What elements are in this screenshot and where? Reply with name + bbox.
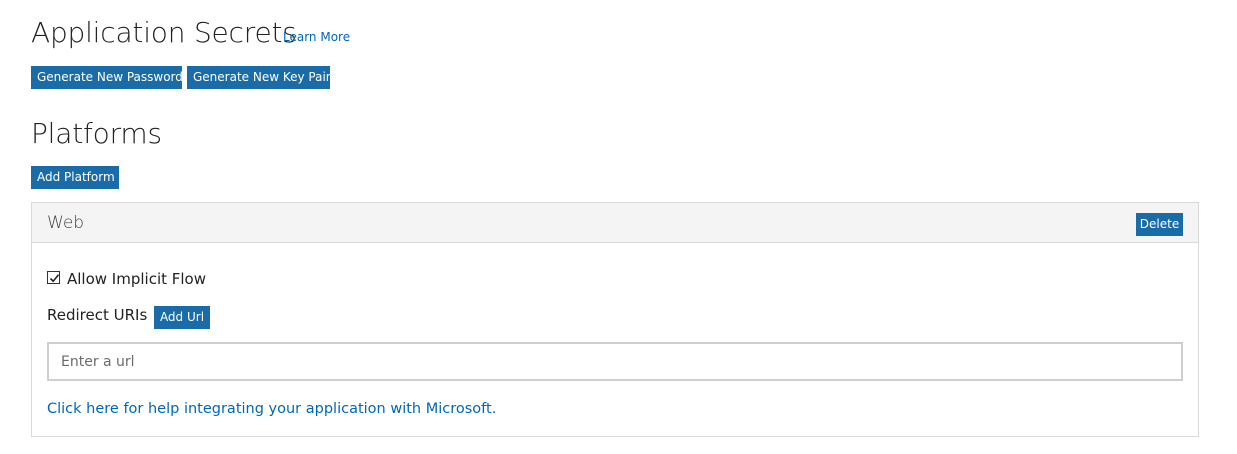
help-integration-link[interactable]: Click here for help integrating your app… [47, 401, 496, 417]
generate-new-key-pair-button[interactable]: Generate New Key Pair [187, 66, 331, 89]
checkmark-icon [49, 274, 60, 283]
allow-implicit-flow-label: Allow Implicit Flow [67, 270, 207, 288]
application-secrets-title: Application Secrets [31, 16, 297, 49]
learn-more-link[interactable]: Learn More [283, 30, 350, 44]
app-registration-page: Application Secrets Learn More Generate … [0, 0, 1237, 454]
web-platform-header: Web [32, 203, 1198, 243]
delete-platform-button[interactable]: Delete [1136, 213, 1183, 236]
redirect-url-input[interactable] [47, 342, 1183, 381]
add-platform-button[interactable]: Add Platform [31, 166, 119, 189]
generate-new-password-button[interactable]: Generate New Password [31, 66, 183, 89]
web-platform-title: Web [47, 213, 85, 233]
add-url-button[interactable]: Add Url [154, 306, 210, 329]
allow-implicit-flow-checkbox[interactable] [47, 271, 60, 284]
platforms-title: Platforms [31, 117, 162, 150]
redirect-uris-label: Redirect URIs [47, 306, 148, 324]
